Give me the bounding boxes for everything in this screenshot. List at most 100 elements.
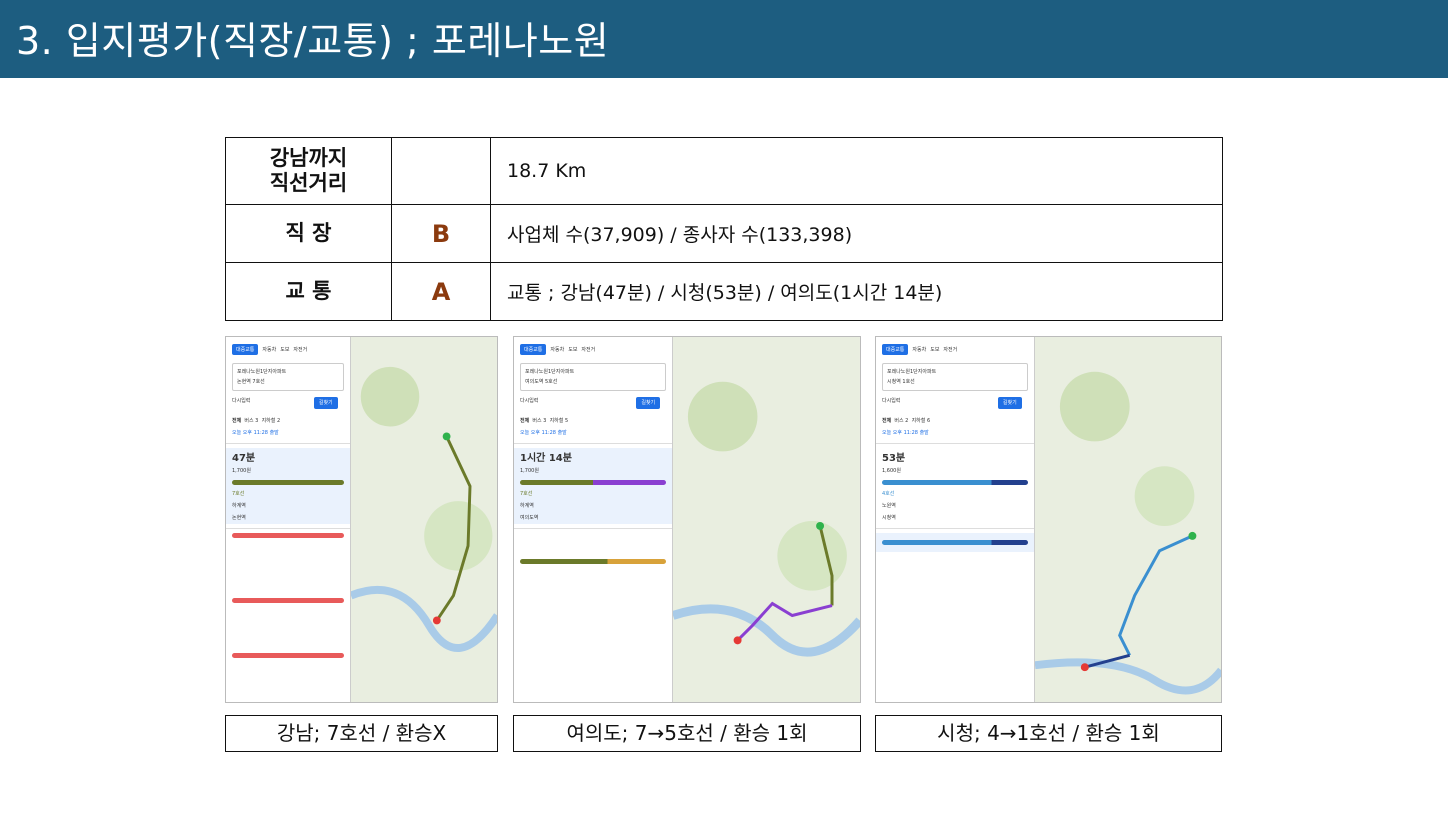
filter-all[interactable]: 전체 <box>232 418 241 424</box>
tab-car[interactable]: 자동차 <box>550 346 564 353</box>
route-start-stop: 노원역 <box>882 503 896 509</box>
tab-car[interactable]: 자동차 <box>262 346 276 353</box>
filter-bus[interactable]: 버스 3 <box>532 418 546 424</box>
evaluation-table: 강남까지 직선거리 18.7 Km 직 장 B 사업체 수(37,909) / … <box>225 137 1223 321</box>
route-input-box: 포레나노원1단지아파트 여의도역 5호선 <box>520 363 667 391</box>
route-line: 7호선 <box>520 491 533 497</box>
depart-time[interactable]: 오늘 오후 11:28 출발 <box>876 427 1034 439</box>
alt-route-bar <box>520 559 667 564</box>
destination-field[interactable]: 시청역 1호선 <box>887 377 1023 387</box>
page-title: 3. 입지평가(직장/교통) ; 포레나노원 <box>16 19 610 63</box>
route-duration: 53분 <box>882 453 906 464</box>
route-option-card[interactable]: 53분 1,600원 4호선 노원역 시청역 <box>876 448 1034 524</box>
filter-all[interactable]: 전체 <box>520 418 529 424</box>
depart-time[interactable]: 오늘 오후 11:28 출발 <box>514 427 672 439</box>
row-label-distance: 강남까지 직선거리 <box>225 137 392 205</box>
route-fare: 1,700원 <box>520 468 539 474</box>
row-grade-workplace: B <box>391 204 491 263</box>
table-row: 교 통 A 교통 ; 강남(47분) / 시청(53분) / 여의도(1시간 1… <box>225 262 1223 321</box>
route-fare: 1,600원 <box>882 468 901 474</box>
depart-time[interactable]: 오늘 오후 11:28 출발 <box>226 427 350 439</box>
divider <box>226 443 350 444</box>
search-route-button[interactable]: 길찾기 <box>636 397 661 409</box>
search-route-button[interactable]: 길찾기 <box>313 397 338 409</box>
route-end-stop: 여의도역 <box>520 515 539 521</box>
title-bar: 3. 입지평가(직장/교통) ; 포레나노원 <box>0 0 1448 78</box>
tab-walk[interactable]: 도보 <box>930 346 939 353</box>
alt-route-bar <box>232 653 344 658</box>
route-sidebar: 대중교통 자동차 도보 자전거 포레나노원1단지아파트 시청역 1호선 다시입력… <box>876 337 1035 702</box>
filter-row: 전체 버스 3 지하철 2 <box>226 415 350 427</box>
route-end-stop: 시청역 <box>882 515 896 521</box>
alt-route-bar <box>232 598 344 603</box>
filter-subway[interactable]: 지하철 5 <box>550 418 569 424</box>
row-grade-distance <box>391 137 491 205</box>
row-value-distance: 18.7 Km <box>490 137 1223 205</box>
destination-field[interactable]: 여의도역 5호선 <box>525 377 661 387</box>
route-map[interactable] <box>350 337 497 702</box>
route-progress-bar <box>232 480 344 485</box>
route-option-card[interactable]: 1시간 14분 1,700원 7호선 하계역 여의도역 <box>514 448 673 524</box>
row-grade-transport: A <box>391 262 491 321</box>
tab-bike[interactable]: 자전거 <box>943 346 957 353</box>
route-start-stop: 하계역 <box>232 503 246 509</box>
tab-walk[interactable]: 도보 <box>568 346 577 353</box>
caption-yeouido: 여의도; 7→5호선 / 환승 1회 <box>513 715 861 752</box>
alt-route-bar <box>232 533 344 538</box>
tab-car[interactable]: 자동차 <box>912 346 926 353</box>
filter-all[interactable]: 전체 <box>882 418 891 424</box>
divider <box>514 443 673 444</box>
route-end-stop: 논현역 <box>232 515 246 521</box>
tab-transit[interactable]: 대중교통 <box>882 344 909 355</box>
row-value-transport: 교통 ; 강남(47분) / 시청(53분) / 여의도(1시간 14분) <box>490 262 1223 321</box>
table-row: 직 장 B 사업체 수(37,909) / 종사자 수(133,398) <box>225 204 1223 263</box>
reset-button[interactable]: 다시입력 <box>232 398 250 404</box>
route-screenshot-yeouido: 대중교통 자동차 도보 자전거 포레나노원1단지아파트 여의도역 5호선 다시입… <box>513 336 861 703</box>
origin-field[interactable]: 포레나노원1단지아파트 <box>525 367 661 377</box>
route-map[interactable] <box>1034 337 1221 702</box>
origin-field[interactable]: 포레나노원1단지아파트 <box>237 367 339 377</box>
table-row: 강남까지 직선거리 18.7 Km <box>225 137 1223 205</box>
origin-field[interactable]: 포레나노원1단지아파트 <box>887 367 1023 377</box>
filter-bus[interactable]: 버스 2 <box>894 418 908 424</box>
filter-subway[interactable]: 지하철 2 <box>262 418 281 424</box>
route-sidebar: 대중교통 자동차 도보 자전거 포레나노원1단지아파트 여의도역 5호선 다시입… <box>514 337 674 702</box>
divider <box>226 528 350 529</box>
search-route-button[interactable]: 길찾기 <box>997 397 1022 409</box>
tab-transit[interactable]: 대중교통 <box>232 344 259 355</box>
tab-transit[interactable]: 대중교통 <box>520 344 547 355</box>
route-progress-bar <box>882 480 1028 485</box>
action-row: 다시입력 길찾기 <box>876 395 1034 409</box>
alt-route-card[interactable] <box>876 533 1034 552</box>
tab-bike[interactable]: 자전거 <box>293 346 307 353</box>
filter-subway[interactable]: 지하철 6 <box>912 418 931 424</box>
reset-button[interactable]: 다시입력 <box>520 398 538 404</box>
filter-bus[interactable]: 버스 3 <box>244 418 258 424</box>
row-label-transport: 교 통 <box>225 262 392 321</box>
route-option-card[interactable]: 47분 1,700원 7호선 하계역 논현역 <box>226 448 350 524</box>
route-screenshot-gangnam: 대중교통 자동차 도보 자전거 포레나노원1단지아파트 논현역 7호선 다시입력… <box>225 336 498 703</box>
tab-walk[interactable]: 도보 <box>280 346 289 353</box>
caption-cityhall: 시청; 4→1호선 / 환승 1회 <box>875 715 1222 752</box>
reset-button[interactable]: 다시입력 <box>882 398 900 404</box>
destination-field[interactable]: 논현역 7호선 <box>237 377 339 387</box>
divider <box>876 528 1034 529</box>
transport-tabs: 대중교통 자동차 도보 자전거 <box>876 337 1034 359</box>
divider <box>514 528 673 529</box>
caption-gangnam: 강남; 7호선 / 환승X <box>225 715 498 752</box>
route-input-box: 포레나노원1단지아파트 논현역 7호선 <box>232 363 344 391</box>
route-line: 4호선 <box>882 491 895 497</box>
divider <box>876 443 1034 444</box>
route-line: 7호선 <box>232 491 245 497</box>
route-progress-bar <box>520 480 667 485</box>
tab-bike[interactable]: 자전거 <box>581 346 595 353</box>
route-fare: 1,700원 <box>232 468 251 474</box>
route-map[interactable] <box>673 337 860 702</box>
transport-tabs: 대중교통 자동차 도보 자전거 <box>226 337 350 359</box>
route-screenshot-cityhall: 대중교통 자동차 도보 자전거 포레나노원1단지아파트 시청역 1호선 다시입력… <box>875 336 1222 703</box>
transport-tabs: 대중교통 자동차 도보 자전거 <box>514 337 672 359</box>
route-duration: 1시간 14분 <box>520 453 572 464</box>
route-input-box: 포레나노원1단지아파트 시청역 1호선 <box>882 363 1028 391</box>
route-sidebar: 대중교통 자동차 도보 자전거 포레나노원1단지아파트 논현역 7호선 다시입력… <box>226 337 351 702</box>
row-label-workplace: 직 장 <box>225 204 392 263</box>
